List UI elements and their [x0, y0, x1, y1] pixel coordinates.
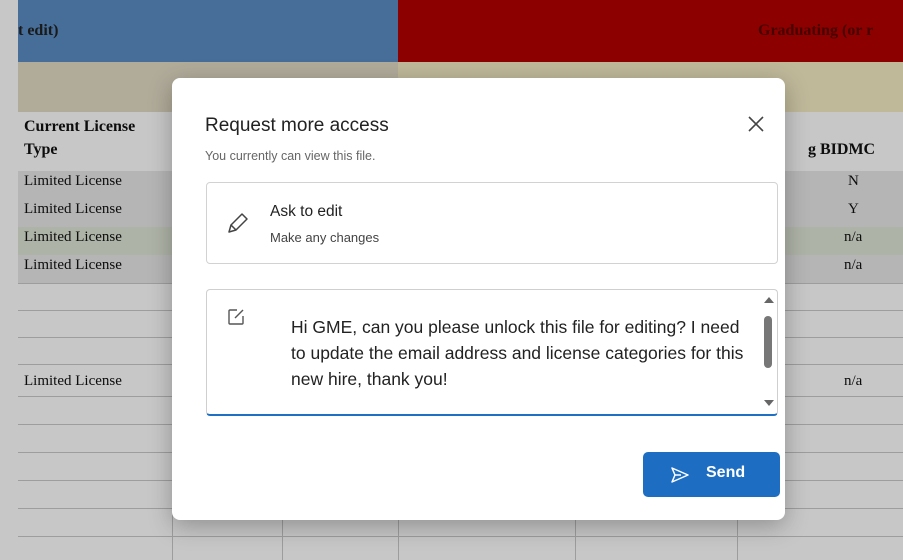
- message-text[interactable]: Hi GME, can you please unlock this file …: [291, 314, 751, 392]
- option-description: Make any changes: [270, 230, 380, 245]
- message-textarea[interactable]: Hi GME, can you please unlock this file …: [206, 289, 778, 416]
- close-icon[interactable]: [744, 112, 768, 136]
- request-access-dialog: Request more access You currently can vi…: [172, 78, 785, 520]
- dialog-subtitle: You currently can view this file.: [205, 149, 376, 163]
- edit-note-icon: [227, 308, 245, 326]
- ask-to-edit-option[interactable]: Ask to edit Make any changes: [206, 182, 778, 264]
- dialog-title: Request more access: [205, 115, 389, 136]
- send-button[interactable]: Send: [643, 452, 780, 497]
- pencil-icon: [225, 210, 251, 236]
- textarea-scrollbar[interactable]: [759, 290, 777, 414]
- scroll-down-arrow-icon[interactable]: [764, 400, 774, 406]
- scrollbar-thumb[interactable]: [764, 316, 772, 368]
- send-icon: [670, 465, 690, 485]
- option-title: Ask to edit: [270, 203, 343, 220]
- send-label: Send: [706, 464, 746, 481]
- scroll-up-arrow-icon[interactable]: [764, 297, 774, 303]
